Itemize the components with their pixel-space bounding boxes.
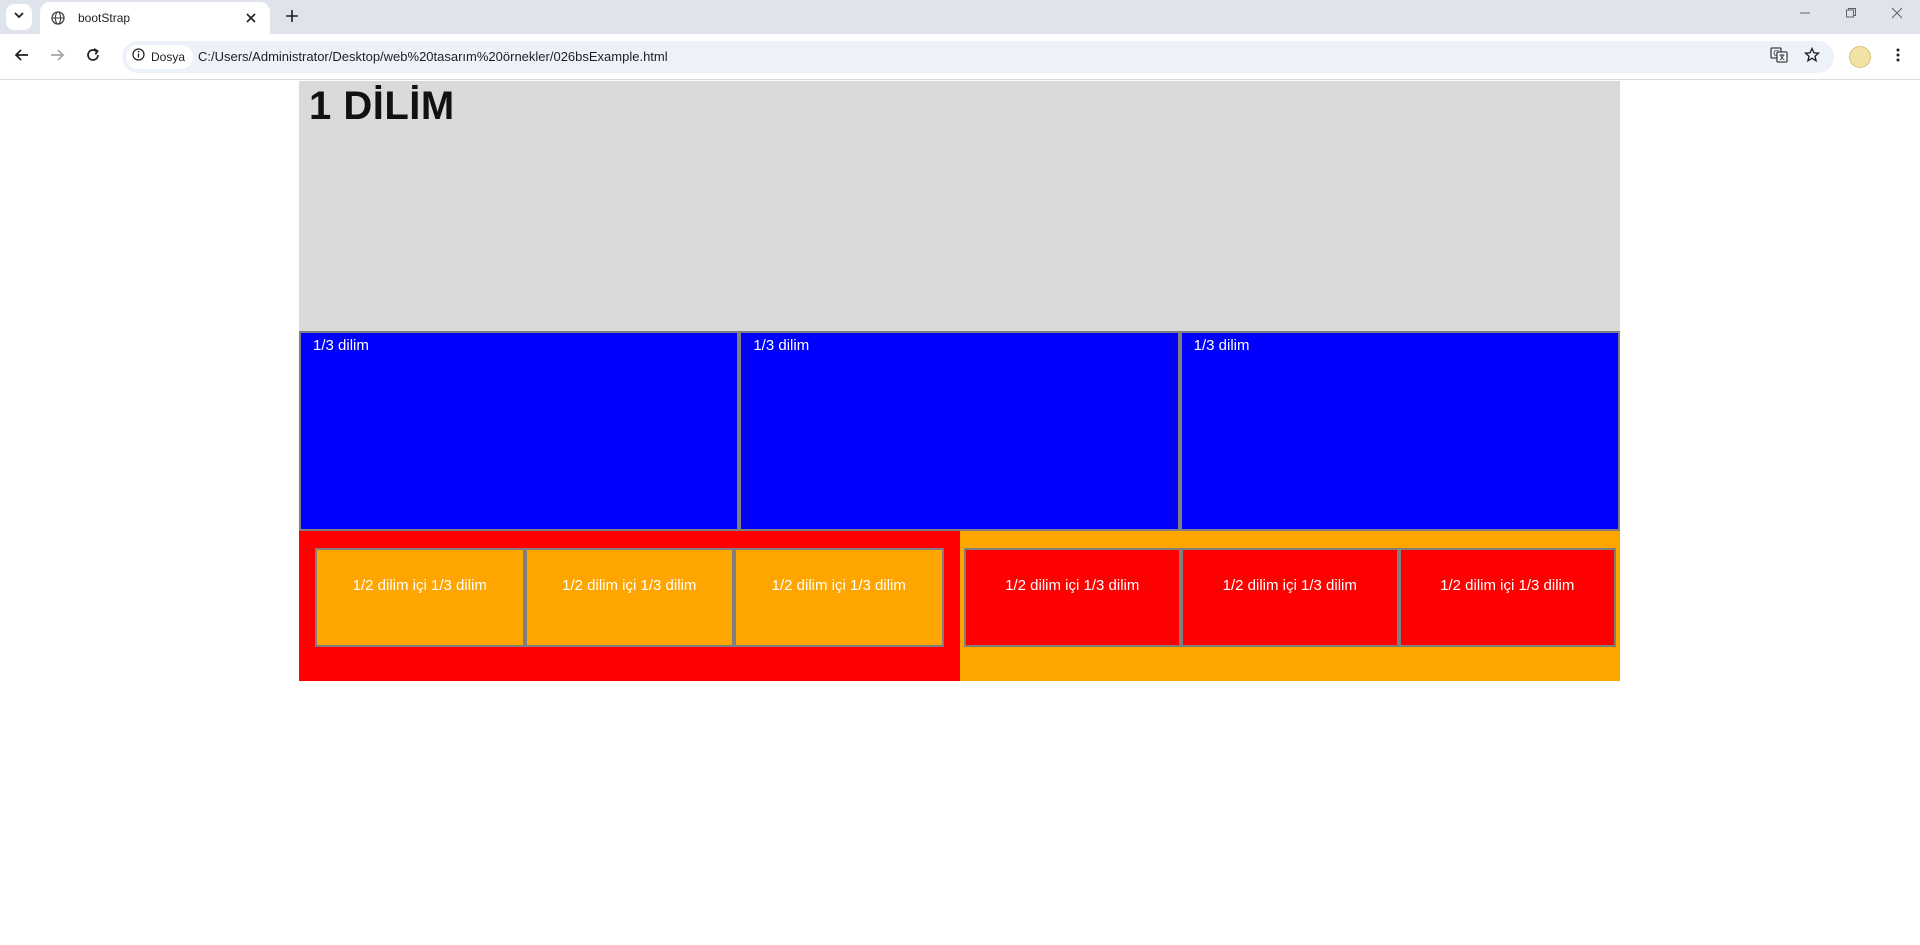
browser-toolbar: Dosya C:/Users/Administrator/Desktop/web…	[0, 34, 1920, 80]
minimize-icon	[1799, 6, 1811, 24]
halves-row: 1/2 dilim içi 1/3 dilim 1/2 dilim içi 1/…	[299, 531, 1620, 681]
third-column: 1/3 dilim	[299, 331, 740, 531]
inner-third-label: 1/2 dilim içi 1/3 dilim	[771, 577, 906, 594]
page-title: 1 DİLİM	[309, 84, 455, 128]
inner-third-cell: 1/2 dilim içi 1/3 dilim	[734, 548, 944, 647]
inner-third-label: 1/2 dilim içi 1/3 dilim	[562, 577, 697, 594]
minimize-button[interactable]	[1782, 0, 1828, 30]
third-column: 1/3 dilim	[1179, 331, 1620, 531]
translate-icon: G	[1770, 46, 1788, 69]
left-half-column: 1/2 dilim içi 1/3 dilim 1/2 dilim içi 1/…	[299, 531, 960, 681]
inner-third-cell: 1/2 dilim içi 1/3 dilim	[1398, 548, 1616, 647]
globe-icon	[50, 10, 66, 26]
new-tab-button[interactable]	[280, 6, 304, 30]
inner-third-cell: 1/2 dilim içi 1/3 dilim	[524, 548, 734, 647]
tab-search-button[interactable]	[6, 4, 32, 30]
hero-section: 1 DİLİM	[299, 81, 1620, 331]
right-inner-row: 1/2 dilim içi 1/3 dilim 1/2 dilim içi 1/…	[963, 548, 1616, 647]
left-inner-row: 1/2 dilim içi 1/3 dilim 1/2 dilim içi 1/…	[315, 548, 944, 647]
page-container: 1 DİLİM 1/3 dilim 1/3 dilim 1/3 dilim 1/…	[299, 81, 1620, 681]
more-vertical-icon	[1890, 47, 1906, 68]
close-icon	[1891, 6, 1903, 24]
site-chip-label: Dosya	[151, 50, 186, 64]
close-window-button[interactable]	[1874, 0, 1920, 30]
reload-icon	[85, 47, 101, 68]
thirds-row: 1/3 dilim 1/3 dilim 1/3 dilim	[299, 331, 1620, 531]
translate-button[interactable]: G	[1767, 45, 1791, 69]
reload-button[interactable]	[79, 43, 107, 71]
chevron-down-icon	[13, 8, 25, 26]
third-column: 1/3 dilim	[739, 331, 1180, 531]
arrow-left-icon	[14, 47, 30, 68]
third-column-label: 1/3 dilim	[1193, 337, 1250, 354]
site-info-chip[interactable]: Dosya	[126, 45, 194, 69]
tab-strip: bootStrap	[0, 0, 1920, 34]
inner-third-cell: 1/2 dilim içi 1/3 dilim	[1181, 548, 1399, 647]
third-column-label: 1/3 dilim	[753, 337, 810, 354]
info-icon	[132, 48, 145, 66]
tab-title: bootStrap	[78, 11, 131, 25]
address-bar[interactable]: Dosya C:/Users/Administrator/Desktop/web…	[122, 41, 1834, 73]
profile-avatar[interactable]	[1849, 46, 1871, 68]
back-button[interactable]	[8, 43, 36, 71]
forward-button[interactable]	[43, 43, 71, 71]
browser-menu-button[interactable]	[1884, 43, 1912, 71]
bookmark-button[interactable]	[1800, 45, 1824, 69]
plus-icon	[285, 9, 299, 28]
right-half-column: 1/2 dilim içi 1/3 dilim 1/2 dilim içi 1/…	[959, 531, 1620, 681]
browser-tab[interactable]: bootStrap	[40, 2, 270, 34]
inner-third-label: 1/2 dilim içi 1/3 dilim	[352, 577, 487, 594]
restore-button[interactable]	[1828, 0, 1874, 30]
restore-icon	[1845, 6, 1857, 24]
inner-third-label: 1/2 dilim içi 1/3 dilim	[1005, 577, 1140, 594]
arrow-right-icon	[49, 47, 65, 68]
page-viewport: 1 DİLİM 1/3 dilim 1/3 dilim 1/3 dilim 1/…	[0, 81, 1920, 945]
inner-third-cell: 1/2 dilim içi 1/3 dilim	[315, 548, 525, 647]
inner-third-label: 1/2 dilim içi 1/3 dilim	[1222, 577, 1357, 594]
inner-third-cell: 1/2 dilim içi 1/3 dilim	[963, 548, 1181, 647]
close-tab-icon[interactable]	[242, 9, 260, 27]
star-icon	[1803, 46, 1821, 68]
url-text[interactable]: C:/Users/Administrator/Desktop/web%20tas…	[198, 49, 668, 64]
third-column-label: 1/3 dilim	[313, 337, 369, 354]
inner-third-label: 1/2 dilim içi 1/3 dilim	[1440, 577, 1575, 594]
